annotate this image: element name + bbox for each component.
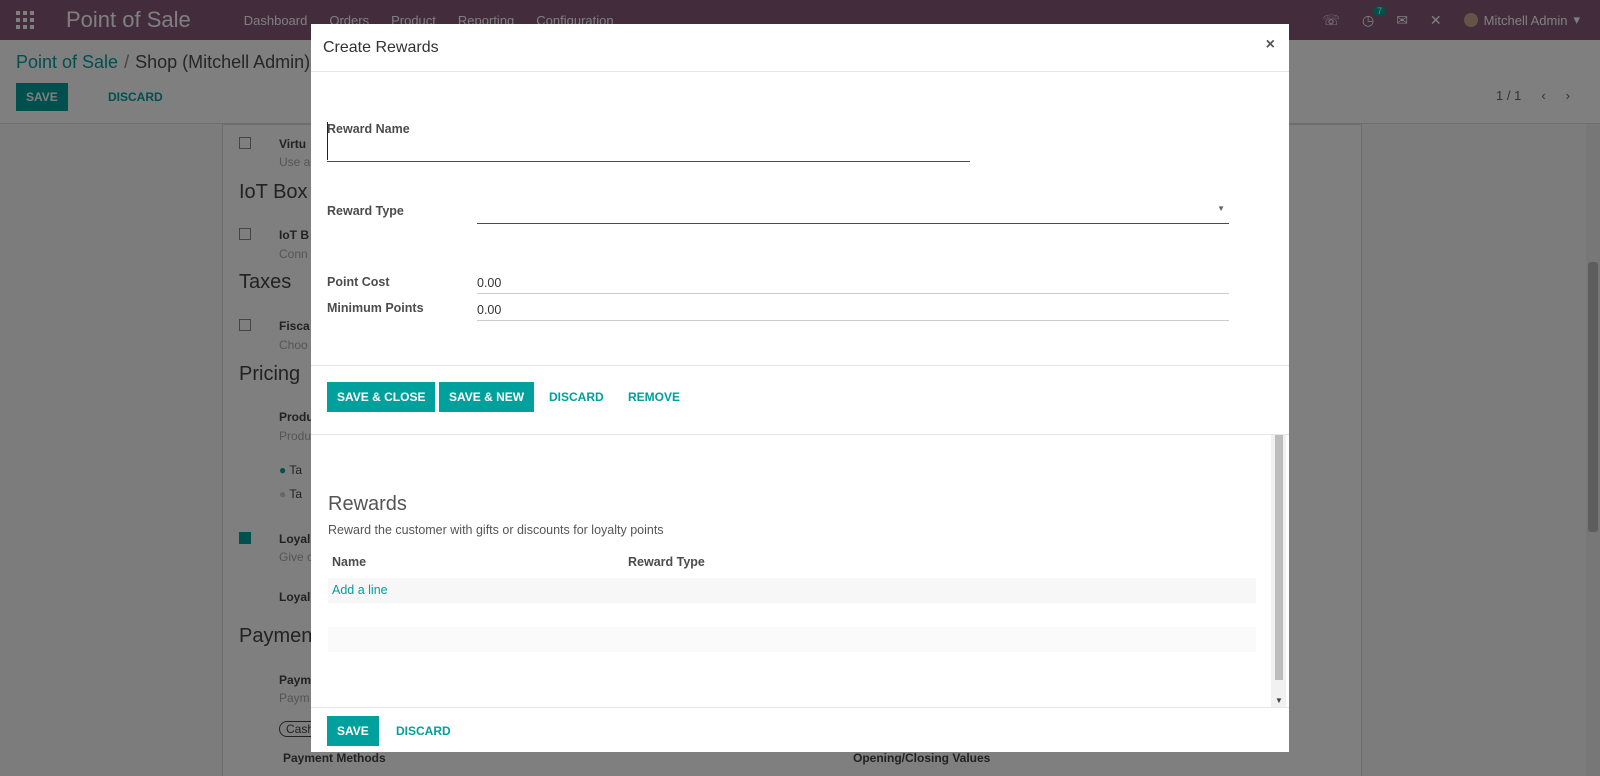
reward-type-label: Reward Type [327, 204, 404, 218]
minimum-points-label: Minimum Points [327, 301, 424, 315]
footer-save-button[interactable]: SAVE [327, 716, 379, 746]
add-a-line-link[interactable]: Add a line [332, 583, 388, 597]
rewards-panel: Rewards Reward the customer with gifts o… [311, 435, 1289, 707]
discard-form-button[interactable]: DISCARD [539, 382, 614, 412]
modal-title: Create Rewards [323, 38, 439, 56]
rewards-table-header: Name Reward Type [328, 551, 1256, 573]
reward-name-input[interactable] [327, 120, 970, 162]
minimum-points-input[interactable]: 0.00 [477, 299, 1229, 321]
reward-form: Reward Name Reward Type ▼ Point Cost 0.0… [311, 72, 1289, 365]
point-cost-input[interactable]: 0.00 [477, 272, 1229, 294]
create-rewards-dialog: Create Rewards × Reward Name Reward Type… [311, 24, 1289, 752]
column-name[interactable]: Name [332, 555, 366, 569]
save-close-button[interactable]: SAVE & CLOSE [327, 382, 436, 412]
scroll-down-icon[interactable]: ▼ [1275, 696, 1283, 705]
rewards-description: Reward the customer with gifts or discou… [328, 523, 664, 537]
point-cost-label: Point Cost [327, 275, 390, 289]
table-row [328, 627, 1256, 652]
modal-footer: SAVE DISCARD [311, 707, 1289, 752]
column-reward-type[interactable]: Reward Type [628, 555, 705, 569]
footer-discard-button[interactable]: DISCARD [386, 716, 461, 746]
reward-type-select[interactable]: ▼ [477, 198, 1229, 224]
close-icon[interactable]: × [1266, 36, 1275, 54]
form-footer: SAVE & CLOSE SAVE & NEW DISCARD REMOVE [311, 365, 1289, 435]
rewards-title: Rewards [328, 493, 407, 515]
modal-header: Create Rewards × [311, 24, 1289, 72]
remove-button[interactable]: REMOVE [618, 382, 690, 412]
text-caret [327, 122, 328, 160]
caret-down-icon: ▼ [1217, 204, 1225, 213]
table-row: Add a line [328, 578, 1256, 603]
modal-scrollbar[interactable]: ▼ [1271, 435, 1286, 707]
modal-scrollbar-thumb[interactable] [1275, 435, 1283, 680]
save-new-button[interactable]: SAVE & NEW [439, 382, 535, 412]
